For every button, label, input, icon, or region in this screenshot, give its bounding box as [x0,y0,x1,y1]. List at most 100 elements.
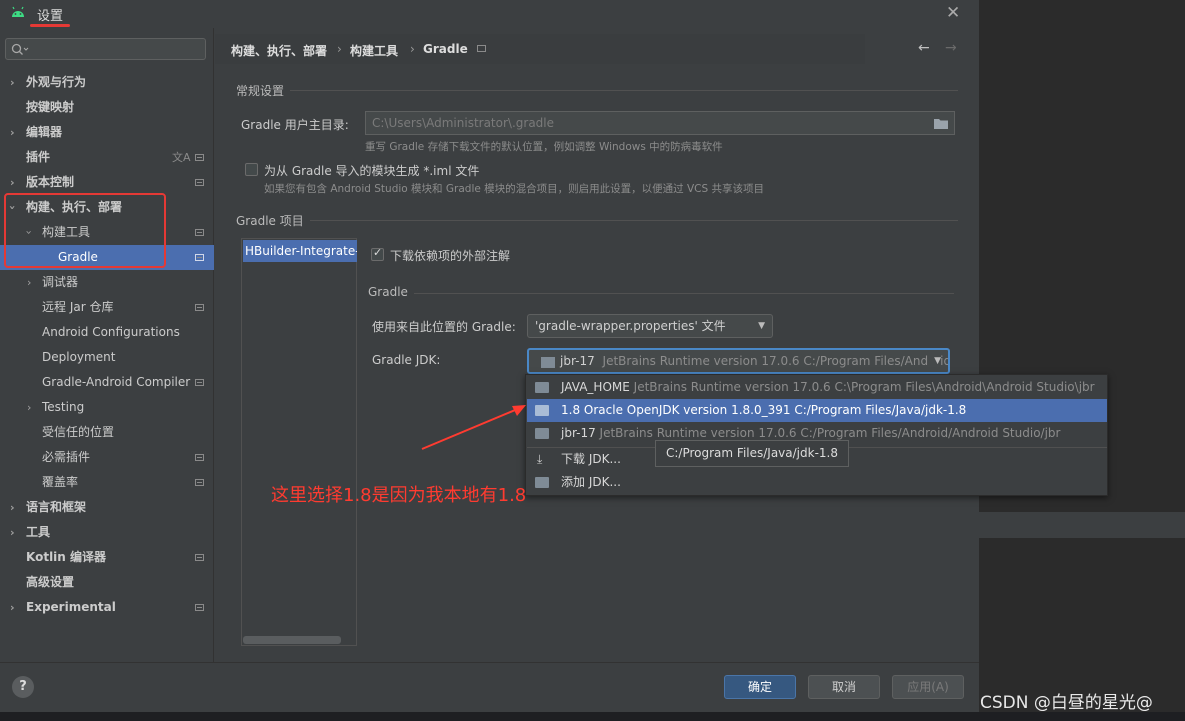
sidebar-item-coverage[interactable]: 覆盖率 [0,470,214,495]
folder-icon[interactable] [934,118,948,129]
settings-dialog: 设置 ✕ › 外观与行为 按键映射 › 编辑器 插件 文A › 版本控制 › 构建、执行、… [0,0,1108,712]
ok-button[interactable]: 确定 [724,675,796,699]
section-title-general: 常规设置 [236,84,285,98]
background-taskbar [0,712,1185,721]
sidebar-item-plugins[interactable]: 插件 文A [0,145,214,170]
jdk-option-detail: Oracle OpenJDK version 1.8.0_391 C:/Prog… [583,403,967,417]
jdk-dropdown-popup: JAVA_HOME JetBrains Runtime version 17.0… [525,374,1108,496]
sidebar-item-appearance[interactable]: › 外观与行为 [0,70,214,95]
sidebar-item-remote-jar[interactable]: 远程 Jar 仓库 [0,295,214,320]
title-bar [0,0,979,28]
sidebar-item-label: 调试器 [42,275,79,289]
search-input[interactable] [5,38,206,60]
use-gradle-from-label: 使用来自此位置的 Gradle: [372,320,516,334]
download-jdk-label: 下载 JDK... [561,452,621,466]
generate-iml-hint: 如果您有包含 Android Studio 模块和 Gradle 模块的混合项目… [264,183,765,195]
jdk-option-name: 1.8 [561,403,581,417]
chevron-down-icon: ▼ [928,350,941,372]
project-settings-icon [195,229,204,236]
download-icon: ⤓ [537,452,543,466]
window-title: 设置 [37,9,64,24]
annotation-box [4,193,166,268]
sidebar-item-label: Experimental [26,600,116,614]
sidebar-item-required-plugins[interactable]: 必需插件 [0,445,214,470]
sidebar-item-trusted-locations[interactable]: 受信任的位置 [0,420,214,445]
sidebar-item-label: 编辑器 [26,125,63,139]
project-settings-icon [195,379,204,386]
divider [290,90,958,91]
sidebar-item-label: 版本控制 [26,175,75,189]
sidebar-item-android-configurations[interactable]: Android Configurations [0,320,214,345]
section-title-gradle: Gradle [368,285,408,299]
android-icon [12,6,24,17]
gradle-home-value: C:\Users\Administrator\.gradle [372,116,555,130]
project-settings-icon [195,604,204,611]
sidebar-item-languages[interactable]: › 语言和框架 [0,495,214,520]
project-settings-icon [195,479,204,486]
chevron-down-icon: ▼ [758,321,765,331]
sidebar-item-debugger[interactable]: › 调试器 [0,270,214,295]
sidebar-item-gradle-android-compiler[interactable]: Gradle-Android Compiler [0,370,214,395]
sidebar-item-keymap[interactable]: 按键映射 [0,95,214,120]
path-tooltip: C:/Program Files/Java/jdk-1.8 [655,440,849,467]
back-arrow-icon[interactable]: ← [918,40,930,56]
help-button[interactable]: ? [12,676,34,698]
use-gradle-from-value: 'gradle-wrapper.properties' 文件 [535,319,726,333]
breadcrumb-item[interactable]: 构建、执行、部署 [231,42,327,59]
project-settings-icon [195,554,204,561]
jdk-option-java-home[interactable]: JAVA_HOME JetBrains Runtime version 17.0… [527,376,1107,399]
jdk-selected-name: jbr-17 [560,354,595,368]
breadcrumb-item: Gradle [423,42,468,56]
sidebar-item-label: Deployment [42,350,116,364]
sidebar-item-label: Testing [42,400,85,414]
sidebar-item-tools[interactable]: › 工具 [0,520,214,545]
sidebar-item-testing[interactable]: › Testing [0,395,214,420]
project-settings-icon [195,304,204,311]
sidebar-item-advanced[interactable]: 高级设置 [0,570,214,595]
gradle-jdk-label: Gradle JDK: [372,353,441,367]
forward-arrow-icon[interactable]: → [945,40,957,56]
sidebar-item-deployment[interactable]: Deployment [0,345,214,370]
sidebar-item-label: 外观与行为 [26,75,87,89]
sidebar-item-label: 插件 [26,150,51,164]
sidebar-item-label: 覆盖率 [42,475,79,489]
cancel-button[interactable]: 取消 [808,675,880,699]
project-settings-icon [195,179,204,186]
generate-iml-label: 为从 Gradle 导入的模块生成 *.iml 文件 [264,164,480,178]
list-item[interactable]: HBuilder-Integrate-AS [243,240,357,262]
sidebar-item-kotlin-compiler[interactable]: Kotlin 编译器 [0,545,214,570]
title-annotation-underline [30,24,70,27]
sidebar-item-experimental[interactable]: › Experimental [0,595,214,620]
gradle-jdk-select[interactable]: jbr-17 JetBrains Runtime version 17.0.6 … [527,348,950,374]
gradle-home-field[interactable]: C:\Users\Administrator\.gradle [365,111,955,135]
download-annotations-checkbox[interactable] [371,246,384,261]
apply-button[interactable]: 应用(A) [892,675,964,699]
sidebar-item-label: 高级设置 [26,575,75,589]
jdk-option-name: jbr-17 [561,426,596,440]
search-icon [11,43,29,55]
background-editor [979,0,1185,721]
sidebar-item-label: 按键映射 [26,100,75,114]
divider [310,220,958,221]
divider [414,293,954,294]
folder-icon [535,382,549,393]
sidebar-item-label: 受信任的位置 [42,425,115,439]
jdk-option-1-8[interactable]: 1.8 Oracle OpenJDK version 1.8.0_391 C:/… [527,399,1107,422]
horizontal-scrollbar[interactable] [243,636,341,644]
gradle-home-label: Gradle 用户主目录: [241,118,349,132]
project-settings-icon [195,454,204,461]
breadcrumb-item[interactable]: 构建工具 [350,42,398,59]
sidebar-item-editor[interactable]: › 编辑器 [0,120,214,145]
close-icon[interactable]: ✕ [946,3,960,23]
add-jdk-action[interactable]: 添加 JDK... [527,471,1107,494]
sidebar-item-vcs[interactable]: › 版本控制 [0,170,214,195]
project-settings-icon [477,45,486,52]
use-gradle-from-select[interactable]: 'gradle-wrapper.properties' 文件 ▼ [527,314,773,338]
breadcrumb-separator: › [337,42,342,56]
sidebar-item-label: 远程 Jar 仓库 [42,300,114,314]
jdk-selected-detail: JetBrains Runtime version 17.0.6 C:/Prog… [602,354,948,368]
sidebar-item-label: 语言和框架 [26,500,87,514]
jdk-option-detail: JetBrains Runtime version 17.0.6 C:/Prog… [599,426,1061,440]
project-settings-icon [195,154,204,161]
generate-iml-checkbox[interactable] [245,163,258,176]
